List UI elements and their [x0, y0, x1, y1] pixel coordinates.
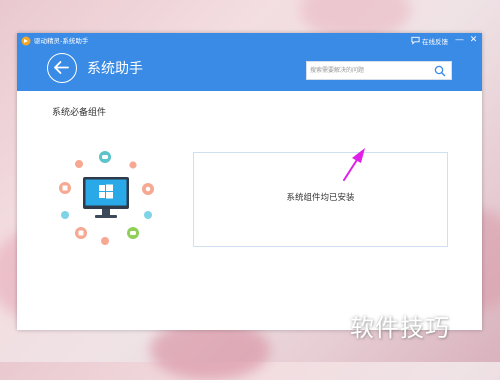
gamepad-icon	[130, 231, 136, 235]
settings-icon	[145, 186, 151, 192]
puzzle-icon	[78, 230, 84, 236]
watermark-text: 软件技巧	[350, 314, 450, 342]
gamepad-icon	[102, 155, 108, 159]
ring-dot	[75, 160, 83, 168]
status-panel: 系统组件均已安装	[193, 152, 448, 247]
ring-dot	[144, 211, 152, 219]
back-button[interactable]	[47, 53, 77, 83]
window-title: 驱动精灵-系统助手	[34, 37, 89, 45]
ring-dot	[61, 211, 69, 219]
chip-icon	[62, 185, 68, 191]
close-button[interactable]: ✕	[468, 35, 479, 46]
search-box[interactable]	[306, 61, 452, 80]
ring-dot	[101, 237, 109, 245]
search-icon[interactable]	[434, 65, 446, 77]
ring-dot	[129, 161, 137, 169]
title-bar: 驱动精灵-系统助手 在线反馈 — ✕	[17, 33, 482, 49]
arrow-left-icon	[54, 61, 69, 74]
section-label: 系统必备组件	[52, 108, 107, 118]
app-logo-icon	[21, 36, 31, 46]
header-bar: 驱动精灵-系统助手 在线反馈 — ✕ 系统助手	[17, 33, 482, 91]
search-input[interactable]	[310, 62, 428, 79]
page-title: 系统助手	[87, 61, 143, 77]
app-window: 驱动精灵-系统助手 在线反馈 — ✕ 系统助手 系统必备组件	[17, 33, 482, 330]
status-message: 系统组件均已安装	[286, 193, 355, 203]
chat-bubble-icon	[411, 36, 420, 45]
minimize-button[interactable]: —	[454, 35, 465, 46]
feedback-label: 在线反馈	[422, 37, 448, 46]
feedback-link[interactable]: 在线反馈	[411, 35, 448, 46]
system-components-illustration	[59, 151, 154, 245]
